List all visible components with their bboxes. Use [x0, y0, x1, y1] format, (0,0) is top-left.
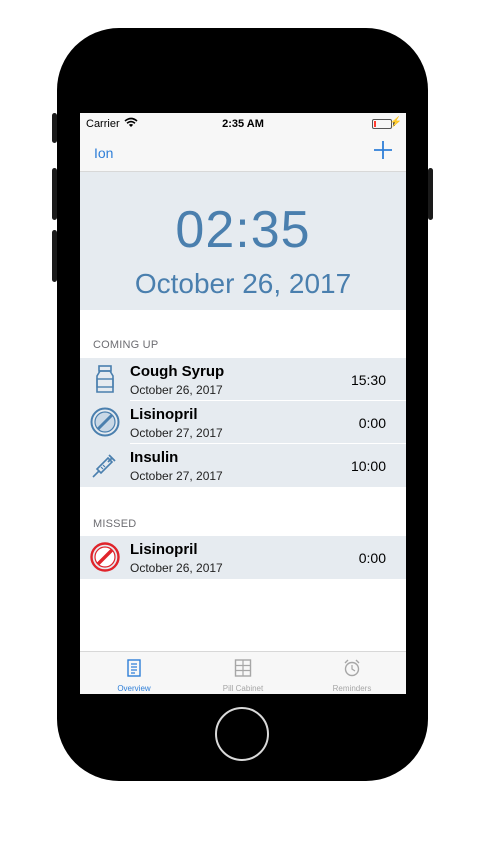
current-date: October 26, 2017 — [134, 268, 352, 299]
medication-name: Cough Syrup — [130, 363, 225, 380]
medication-time: 0:00 — [358, 415, 386, 431]
battery-fill — [374, 121, 376, 127]
tab-label: Reminders — [332, 684, 372, 693]
tab-overview[interactable]: Overview — [80, 652, 188, 694]
medication-name: Lisinopril — [130, 406, 198, 423]
pill-cabinet-icon — [234, 659, 252, 677]
tab-bar: Overview Pill Cabinet Reminders — [80, 651, 406, 694]
status-bar: Carrier 2:35 AM ⚡ — [80, 113, 406, 135]
current-time-panel: 02:35 October 26, 2017 — [80, 172, 406, 310]
current-time: 02:35 — [175, 201, 311, 259]
reminder-row-lisinopril[interactable]: Lisinopril October 27, 2017 0:00 — [80, 401, 406, 444]
power-button — [428, 168, 433, 220]
medication-name: Lisinopril — [130, 541, 198, 558]
missed-header: MISSED — [93, 518, 137, 530]
app-screen: Carrier 2:35 AM ⚡ Ion 02:35 October 26, … — [80, 113, 406, 694]
medication-date: October 27, 2017 — [130, 469, 223, 483]
nav-left-button[interactable]: Ion — [94, 145, 113, 161]
overview-icon — [127, 659, 141, 677]
coming-up-header: COMING UP — [93, 339, 159, 351]
syringe-icon — [92, 454, 116, 478]
charging-icon: ⚡ — [389, 117, 402, 128]
alarm-clock-icon — [344, 659, 360, 677]
volume-down-button — [52, 230, 57, 282]
tab-label: Pill Cabinet — [222, 684, 264, 693]
medication-time: 0:00 — [358, 550, 386, 566]
plus-icon[interactable] — [372, 139, 394, 161]
pill-missed-icon — [90, 542, 120, 572]
medication-date: October 27, 2017 — [130, 426, 223, 440]
missed-row-lisinopril[interactable]: Lisinopril October 26, 2017 0:00 — [80, 536, 406, 579]
tab-label: Overview — [117, 684, 151, 693]
navigation-bar: Ion — [80, 135, 406, 172]
reminder-row-cough-syrup[interactable]: Cough Syrup October 26, 2017 15:30 — [80, 358, 406, 401]
pill-icon — [90, 407, 120, 437]
medication-time: 15:30 — [350, 372, 386, 388]
tab-reminders[interactable]: Reminders — [298, 652, 406, 694]
reminder-row-insulin[interactable]: Insulin October 27, 2017 10:00 — [80, 444, 406, 487]
medication-date: October 26, 2017 — [130, 561, 223, 575]
medication-time: 10:00 — [350, 458, 386, 474]
volume-up-button — [52, 168, 57, 220]
mute-switch — [52, 113, 57, 143]
tab-pill-cabinet[interactable]: Pill Cabinet — [189, 652, 297, 694]
status-time: 2:35 AM — [222, 118, 264, 130]
medication-name: Insulin — [130, 449, 179, 466]
home-button[interactable] — [215, 707, 269, 761]
medicine-bottle-icon — [96, 365, 114, 393]
medication-date: October 26, 2017 — [130, 383, 223, 397]
